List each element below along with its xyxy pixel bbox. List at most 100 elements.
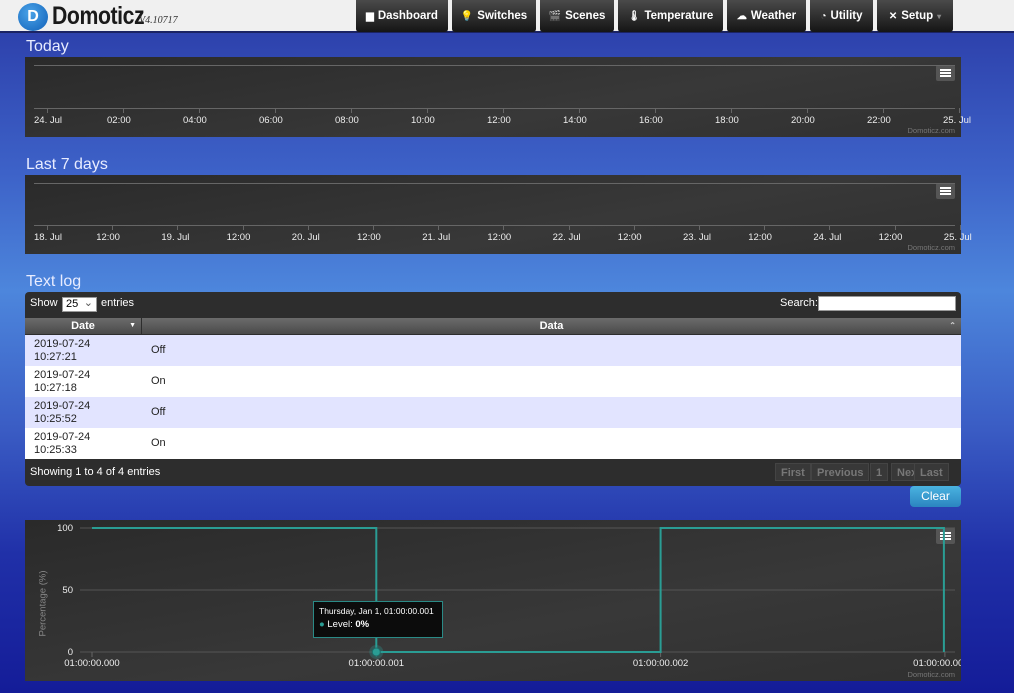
- x-tick: [633, 225, 635, 230]
- dashboard-icon: ▆: [366, 10, 374, 22]
- row-data: On: [151, 375, 166, 387]
- page-size-select[interactable]: 25 ⌄: [62, 297, 97, 312]
- thermometer-icon: 🌡: [627, 10, 641, 22]
- nav-weather[interactable]: ☁ Weather: [727, 0, 806, 32]
- x-tick-label: 18. Jul: [34, 232, 62, 243]
- column-header-data[interactable]: Data ⌃: [142, 318, 961, 334]
- x-tick: [503, 225, 505, 230]
- nav-dashboard[interactable]: ▆ Dashboard: [356, 0, 448, 32]
- table-row[interactable]: 2019-07-24 10:25:33 On: [25, 428, 961, 459]
- nav-label: Dashboard: [377, 10, 438, 22]
- week-title: Last 7 days: [26, 156, 108, 173]
- top-header: D Domoticz V4.10717 ▆ Dashboard 💡 Switches 🎬…: [0, 0, 1014, 33]
- nav-switches[interactable]: 💡 Switches: [452, 0, 536, 32]
- x-tick-label: 22. Jul: [552, 232, 581, 243]
- x-tick-label: 12:00: [617, 232, 642, 243]
- x-tick-label: 12:00: [96, 232, 120, 243]
- page-size-value: 25: [66, 298, 79, 310]
- x-tick: [959, 108, 960, 113]
- row-data: On: [151, 437, 166, 449]
- x-tick: [568, 225, 570, 230]
- x-tick-label: 12:00: [487, 232, 512, 243]
- table-row[interactable]: 2019-07-24 10:25:52 Off: [25, 397, 961, 428]
- x-tick: [373, 225, 374, 230]
- x-tick: [47, 108, 48, 113]
- nav-label: Setup: [901, 10, 934, 22]
- x-tick-label: 02:00: [107, 115, 131, 126]
- search-input[interactable]: [818, 296, 956, 311]
- today-chart: Domoticz.com 24. Jul 02:00 04:00 06:00 08:00…: [25, 57, 971, 137]
- y-tick-label: 0: [68, 647, 73, 658]
- x-tick-label: 18:00: [715, 115, 739, 126]
- time-value: 10:25:52: [34, 413, 77, 425]
- tools-icon: ✕: [888, 10, 898, 22]
- sort-icon: ⌃: [949, 321, 956, 330]
- x-tick-label: 08:00: [335, 115, 359, 126]
- x-tick: [112, 225, 114, 230]
- row-data: Off: [151, 344, 166, 356]
- tooltip-title: Thursday, Jan 1, 01:00:00.001: [319, 606, 434, 616]
- textlog-title: Text log: [26, 273, 82, 290]
- x-tick: [177, 225, 179, 230]
- pager-last[interactable]: Last: [914, 463, 949, 481]
- x-tick: [438, 225, 440, 230]
- hover-point: [371, 647, 381, 657]
- pager-1[interactable]: 1: [870, 463, 889, 481]
- domoticz-logo-icon[interactable]: D: [18, 3, 48, 31]
- table-row[interactable]: 2019-07-24 10:27:21 Off: [25, 335, 961, 366]
- column-header-date[interactable]: Date ▼: [25, 318, 141, 334]
- x-tick-label: 22:00: [867, 115, 891, 126]
- x-tick: [807, 108, 808, 113]
- chart-tooltip: Thursday, Jan 1, 01:00:00.001 ● Level: 0…: [313, 601, 443, 638]
- chart-credit: Domoticz.com: [907, 126, 955, 135]
- x-tick-label: 12:00: [487, 115, 511, 126]
- table-row[interactable]: 2019-07-24 10:27:18 On: [25, 366, 961, 397]
- x-tick-label: 12:00: [357, 232, 381, 243]
- x-tick-label: 19. Jul: [161, 232, 190, 243]
- today-title: Today: [26, 38, 69, 55]
- x-tick: [764, 225, 766, 230]
- chevron-down-icon: ⌄: [83, 297, 93, 309]
- x-tick-label: 01:00:00.003: [913, 658, 961, 669]
- x-tick: [731, 108, 732, 113]
- x-tick-label: 04:00: [183, 115, 207, 126]
- nav-utility[interactable]: ◔ Utility: [810, 0, 873, 32]
- y-tick-label: 50: [62, 585, 73, 596]
- x-tick-label: 06:00: [259, 115, 283, 126]
- x-tick: [503, 108, 504, 113]
- pager-first[interactable]: First: [775, 463, 811, 481]
- clapper-icon: 🎬: [548, 10, 562, 22]
- nav-temperature[interactable]: 🌡 Temperature: [618, 0, 723, 32]
- y-tick-label: 100: [57, 523, 73, 534]
- row-date: 2019-07-24 10:27:18: [34, 369, 90, 395]
- week-chart: Domoticz.com 18. Jul 12:00 19. Jul 12:00 20.…: [25, 175, 972, 254]
- chart-menu-icon[interactable]: [936, 183, 955, 199]
- x-tick: [242, 225, 244, 230]
- x-tick: [427, 108, 428, 113]
- clear-button[interactable]: Clear: [910, 486, 961, 507]
- show-label: Show: [30, 297, 58, 309]
- x-tick: [883, 108, 884, 113]
- table-info: Showing 1 to 4 of 4 entries: [30, 466, 161, 478]
- date-value: 2019-07-24: [34, 400, 91, 412]
- x-tick-label: 24. Jul: [34, 115, 62, 126]
- x-tick-label: 12:00: [226, 232, 251, 243]
- pager-previous[interactable]: Previous: [811, 463, 870, 481]
- series-dot-icon: ●: [319, 619, 325, 630]
- nav-scenes[interactable]: 🎬 Scenes: [540, 0, 614, 32]
- x-tick: [579, 108, 580, 113]
- tooltip-series: Level:: [327, 619, 353, 630]
- x-tick-label: 25. Jul: [943, 232, 972, 243]
- gridline: [34, 65, 955, 66]
- time-value: 10:25:33: [34, 444, 77, 456]
- x-tick-label: 10:00: [411, 115, 435, 126]
- chart-menu-icon[interactable]: [936, 65, 955, 81]
- x-tick-label: 24. Jul: [813, 232, 842, 243]
- brand-name[interactable]: Domoticz: [52, 2, 145, 31]
- x-tick-label: 20. Jul: [291, 232, 320, 243]
- tooltip-value: 0%: [355, 619, 370, 630]
- x-tick: [894, 225, 896, 230]
- nav-setup[interactable]: ✕ Setup ▾: [877, 0, 953, 32]
- time-value: 10:27:21: [34, 351, 77, 363]
- x-tick: [47, 225, 48, 230]
